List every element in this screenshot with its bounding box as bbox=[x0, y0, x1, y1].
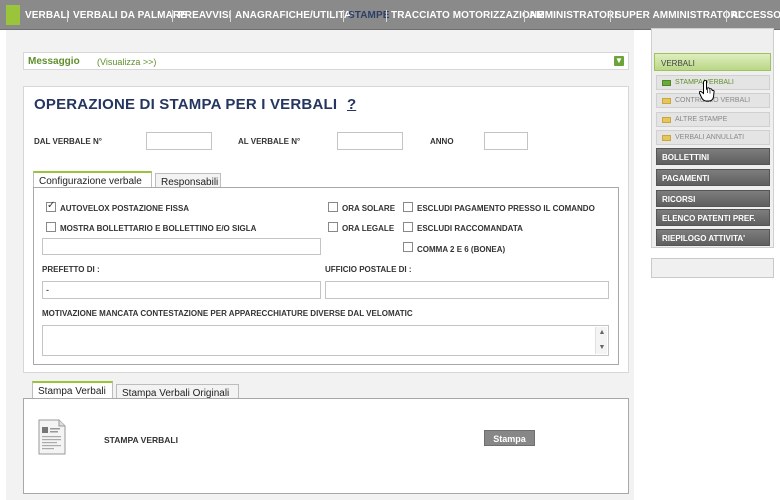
nav-preavvisi[interactable]: PREAVVISI bbox=[178, 10, 232, 21]
square-icon bbox=[662, 80, 671, 86]
print-operation-panel: OPERAZIONE DI STAMPA PER I VERBALI ? DAL… bbox=[23, 86, 629, 373]
escludi-pagamento-checkbox[interactable] bbox=[403, 202, 413, 212]
sidebar-item-label: ALTRE STAMPE bbox=[675, 116, 728, 123]
sigla-input[interactable] bbox=[42, 238, 321, 255]
nav-super-amministratori[interactable]: SUPER AMMINISTRATORI bbox=[615, 10, 741, 21]
ora-solare-checkbox[interactable] bbox=[328, 202, 338, 212]
chevron-down-icon[interactable]: ▼ bbox=[614, 56, 624, 66]
page-title: OPERAZIONE DI STAMPA PER I VERBALI bbox=[34, 96, 338, 113]
textarea-scrollbar[interactable]: ▲ ▼ bbox=[595, 327, 607, 354]
nav-accent bbox=[6, 5, 20, 25]
scroll-down-icon[interactable]: ▼ bbox=[596, 343, 608, 353]
nav-verbali-da-palmare[interactable]: VERBALI DA PALMARE bbox=[73, 10, 187, 21]
autovelox-label: AUTOVELOX POSTAZIONE FISSA bbox=[60, 204, 190, 213]
stampa-verbali-label: STAMPA VERBALI bbox=[104, 435, 178, 445]
sidebar-bottom-panel bbox=[651, 258, 774, 278]
nav-tracciato-motorizzazione[interactable]: TRACCIATO MOTORIZZAZIONE bbox=[391, 10, 544, 21]
stampa-button[interactable]: Stampa bbox=[484, 430, 535, 446]
scroll-up-icon[interactable]: ▲ bbox=[596, 328, 608, 338]
nav-separator bbox=[343, 10, 344, 22]
sidebar-item-altre-stampe[interactable]: ALTRE STAMPE bbox=[656, 112, 770, 127]
anno-input[interactable] bbox=[484, 132, 528, 150]
tab-stampa-verbali[interactable]: Stampa Verbali bbox=[32, 381, 113, 399]
message-bar: Messaggio (Visualizza >>) ▼ bbox=[23, 52, 629, 70]
escludi-raccomandata-label: ESCLUDI RACCOMANDATA bbox=[417, 224, 523, 233]
hand-cursor-icon bbox=[699, 80, 715, 102]
ora-legale-checkbox[interactable] bbox=[328, 222, 338, 232]
autovelox-checkbox[interactable] bbox=[46, 200, 56, 212]
mostra-bollettario-checkbox[interactable] bbox=[46, 222, 56, 232]
prefetto-label: PREFETTO DI : bbox=[42, 265, 100, 274]
tab-stampa-verbali-originali[interactable]: Stampa Verbali Originali bbox=[116, 384, 239, 399]
tab-configurazione-verbale[interactable]: Configurazione verbale bbox=[33, 171, 152, 188]
help-link[interactable]: ? bbox=[347, 96, 356, 113]
sidebar-header-verbali[interactable]: VERBALI bbox=[654, 53, 771, 71]
mostra-bollettario-label: MOSTRA BOLLETTARIO E BOLLETTINO E/O SIGL… bbox=[60, 224, 257, 233]
motivazione-textarea[interactable]: ▲ ▼ bbox=[42, 325, 609, 356]
al-verbale-input[interactable] bbox=[337, 132, 403, 150]
sidebar-item-riepilogo-attivita[interactable]: RIEPILOGO ATTIVITA' bbox=[656, 229, 770, 246]
square-icon bbox=[662, 98, 671, 104]
message-view-link[interactable]: (Visualizza >>) bbox=[97, 57, 156, 67]
nav-separator bbox=[524, 10, 525, 22]
sidebar-item-pagamenti[interactable]: PAGAMENTI bbox=[656, 169, 770, 186]
sidebar-item-bollettini[interactable]: BOLLETTINI bbox=[656, 148, 770, 165]
ufficio-postale-label: UFFICIO POSTALE DI : bbox=[325, 265, 412, 274]
nav-separator bbox=[386, 10, 387, 22]
sidebar-item-ricorsi[interactable]: RICORSI bbox=[656, 190, 770, 207]
nav-separator bbox=[230, 10, 231, 22]
anno-label: ANNO bbox=[430, 137, 454, 146]
document-icon bbox=[38, 419, 66, 455]
sidebar-item-verbali-annullati[interactable]: VERBALI ANNULLATI bbox=[656, 130, 770, 145]
sidebar: VERBALI STAMPA VERBALI CONTROLLO VERBALI… bbox=[651, 28, 774, 248]
nav-anagrafiche-utilita[interactable]: ANAGRAFICHE/UTILITA' bbox=[235, 10, 354, 21]
nav-amministratori[interactable]: AMMINISTRATORI bbox=[529, 10, 617, 21]
nav-separator bbox=[172, 10, 173, 22]
prefetto-input[interactable] bbox=[42, 281, 321, 299]
comma-checkbox[interactable] bbox=[403, 242, 413, 252]
escludi-pagamento-label: ESCLUDI PAGAMENTO PRESSO IL COMANDO bbox=[417, 204, 595, 213]
dal-verbale-input[interactable] bbox=[146, 132, 212, 150]
nav-verbali[interactable]: VERBALI bbox=[25, 10, 70, 21]
nav-separator bbox=[726, 10, 727, 22]
message-title: Messaggio bbox=[28, 56, 80, 67]
dal-verbale-label: DAL VERBALE N° bbox=[34, 137, 102, 146]
tab-responsabili[interactable]: Responsabili bbox=[155, 173, 221, 188]
comma-label: COMMA 2 E 6 (BONEA) bbox=[417, 245, 506, 254]
square-icon bbox=[662, 135, 671, 141]
motivazione-label: MOTIVAZIONE MANCATA CONTESTAZIONE PER AP… bbox=[42, 309, 413, 318]
square-icon bbox=[662, 117, 671, 123]
escludi-raccomandata-checkbox[interactable] bbox=[403, 222, 413, 232]
sidebar-item-elenco-patenti[interactable]: ELENCO PATENTI PREF. bbox=[656, 209, 770, 226]
main-content: Messaggio (Visualizza >>) ▼ OPERAZIONE D… bbox=[6, 30, 634, 500]
ufficio-postale-input[interactable] bbox=[325, 281, 609, 299]
sidebar-item-label: VERBALI ANNULLATI bbox=[675, 134, 745, 141]
nav-accesso[interactable]: ACCESSO bbox=[731, 10, 780, 21]
al-verbale-label: AL VERBALE N° bbox=[238, 137, 301, 146]
config-panel: AUTOVELOX POSTAZIONE FISSA MOSTRA BOLLET… bbox=[33, 187, 619, 365]
nav-separator bbox=[610, 10, 611, 22]
nav-separator bbox=[67, 10, 68, 22]
nav-stampe[interactable]: STAMPE bbox=[348, 10, 390, 21]
ora-solare-label: ORA SOLARE bbox=[342, 204, 396, 213]
ora-legale-label: ORA LEGALE bbox=[342, 224, 395, 233]
print-panel: STAMPA VERBALI Stampa bbox=[23, 398, 629, 494]
top-navigation: VERBALI VERBALI DA PALMARE PREAVVISI ANA… bbox=[0, 0, 780, 30]
